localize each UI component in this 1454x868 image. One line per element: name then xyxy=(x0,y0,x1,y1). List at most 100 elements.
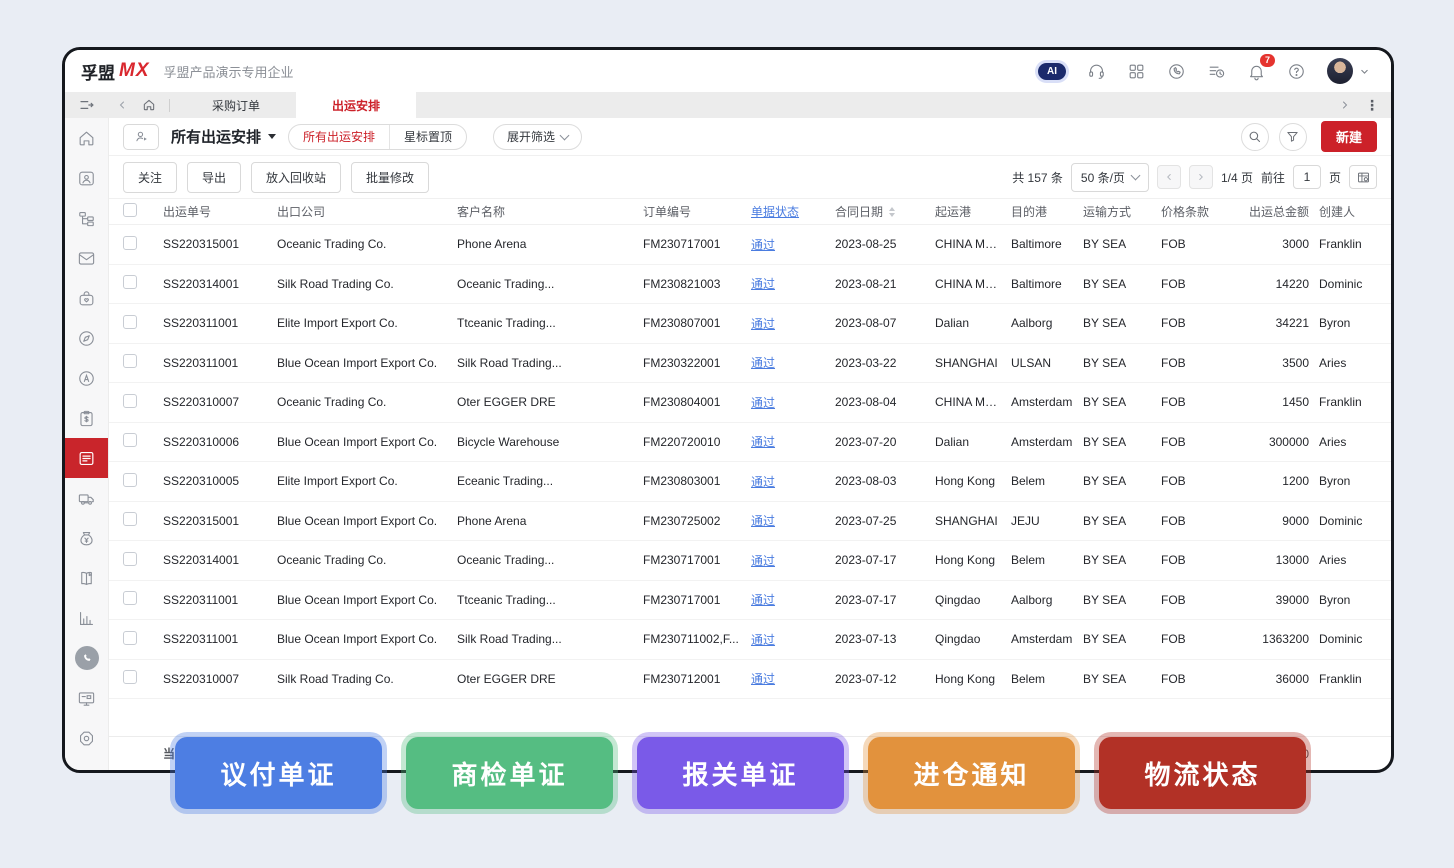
sidebar-item-org-structure[interactable] xyxy=(65,198,108,238)
nav-back-icon[interactable] xyxy=(109,99,135,111)
column-header-no[interactable]: 出运单号 xyxy=(163,203,277,220)
sidebar-item-compass[interactable] xyxy=(65,318,108,358)
cell-status[interactable]: 通过 xyxy=(751,512,835,529)
help-icon[interactable] xyxy=(1287,62,1306,81)
cell-status[interactable]: 通过 xyxy=(751,591,835,608)
cell-status[interactable]: 通过 xyxy=(751,552,835,569)
user-menu[interactable] xyxy=(1327,58,1371,84)
cell-status[interactable]: 通过 xyxy=(751,354,835,371)
row-checkbox[interactable] xyxy=(123,354,137,368)
follow-button[interactable]: 关注 xyxy=(123,162,177,193)
page-size-select[interactable]: 50 条/页 xyxy=(1071,163,1149,192)
sidebar-item-mail[interactable] xyxy=(65,238,108,278)
flow-button-inspection-docs[interactable]: 商检单证 xyxy=(406,737,613,809)
cell-status[interactable]: 通过 xyxy=(751,315,835,332)
headset-support-icon[interactable] xyxy=(1087,62,1106,81)
row-checkbox[interactable] xyxy=(123,275,137,289)
table-row[interactable]: SS220311001Blue Ocean Import Export Co.T… xyxy=(109,581,1391,621)
column-header-price[interactable]: 价格条款 xyxy=(1161,203,1227,220)
sidebar-item-contacts[interactable] xyxy=(65,158,108,198)
cell-status[interactable]: 通过 xyxy=(751,473,835,490)
sidebar-item-products[interactable] xyxy=(65,278,108,318)
sidebar-item-shipping-docs[interactable] xyxy=(65,438,108,478)
recycle-bin-button[interactable]: 放入回收站 xyxy=(251,162,341,193)
filter-button[interactable] xyxy=(1279,123,1307,151)
sidebar-item-settings[interactable] xyxy=(65,718,108,758)
task-list-icon[interactable] xyxy=(1207,62,1226,81)
row-checkbox[interactable] xyxy=(123,670,137,684)
prev-page-button[interactable] xyxy=(1157,165,1181,189)
flow-button-warehouse-notice[interactable]: 进仓通知 xyxy=(868,737,1075,809)
flow-button-customs-docs[interactable]: 报关单证 xyxy=(637,737,844,809)
column-header-ord[interactable]: 订单编号 xyxy=(643,203,751,220)
row-checkbox[interactable] xyxy=(123,236,137,250)
column-header-trans[interactable]: 运输方式 xyxy=(1083,203,1161,220)
search-button[interactable] xyxy=(1241,123,1269,151)
column-header-pol[interactable]: 起运港 xyxy=(935,203,1011,220)
cell-status[interactable]: 通过 xyxy=(751,275,835,292)
row-checkbox[interactable] xyxy=(123,591,137,605)
sidebar-item-logistics-truck[interactable] xyxy=(65,478,108,518)
column-settings-button[interactable] xyxy=(1349,165,1377,189)
column-header-cust[interactable]: 客户名称 xyxy=(457,203,643,220)
sidebar-item-ledger[interactable] xyxy=(65,558,108,598)
notifications-button[interactable]: 7 xyxy=(1247,62,1266,81)
column-header-creator[interactable]: 创建人 xyxy=(1319,203,1391,220)
cell-status[interactable]: 通过 xyxy=(751,394,835,411)
tab-purchase-orders[interactable]: 采购订单 xyxy=(176,92,296,118)
column-header-exp[interactable]: 出口公司 xyxy=(277,203,457,220)
ai-assistant-button[interactable]: AI xyxy=(1038,63,1066,80)
quick-filter-all[interactable]: 所有出运安排 xyxy=(289,125,389,149)
table-row[interactable]: SS220310007Oceanic Trading Co.Oter EGGER… xyxy=(109,383,1391,423)
table-row[interactable]: SS220314001Oceanic Trading Co.Oceanic Tr… xyxy=(109,541,1391,581)
select-all-checkbox[interactable] xyxy=(123,203,137,217)
tabs-scroll-right-icon[interactable] xyxy=(1339,99,1351,111)
row-checkbox[interactable] xyxy=(123,631,137,645)
table-row[interactable]: SS220311001Blue Ocean Import Export Co.S… xyxy=(109,344,1391,384)
table-row[interactable]: SS220315001Blue Ocean Import Export Co.P… xyxy=(109,502,1391,542)
sidebar-item-workbench[interactable] xyxy=(65,678,108,718)
next-page-button[interactable] xyxy=(1189,165,1213,189)
table-row[interactable]: SS220311001Blue Ocean Import Export Co.S… xyxy=(109,620,1391,660)
owner-filter-button[interactable] xyxy=(123,124,159,150)
sort-icon[interactable] xyxy=(889,207,895,217)
export-button[interactable]: 导出 xyxy=(187,162,241,193)
whatsapp-icon[interactable] xyxy=(1167,62,1186,81)
flow-button-logistics-status[interactable]: 物流状态 xyxy=(1099,737,1306,809)
cell-status[interactable]: 通过 xyxy=(751,670,835,687)
sidebar-collapse-button[interactable] xyxy=(65,92,108,118)
app-grid-icon[interactable] xyxy=(1127,62,1146,81)
sidebar-item-reports[interactable] xyxy=(65,598,108,638)
column-header-pod[interactable]: 目的港 xyxy=(1011,203,1083,220)
sidebar-item-home[interactable] xyxy=(65,118,108,158)
column-header-date[interactable]: 合同日期 xyxy=(835,203,935,220)
expand-filter-button[interactable]: 展开筛选 xyxy=(493,124,582,150)
row-checkbox[interactable] xyxy=(123,512,137,526)
column-header-status[interactable]: 单据状态 xyxy=(751,203,835,220)
table-row[interactable]: SS220310005Elite Import Export Co.Eceani… xyxy=(109,462,1391,502)
row-checkbox[interactable] xyxy=(123,473,137,487)
row-checkbox[interactable] xyxy=(123,433,137,447)
table-row[interactable]: SS220315001Oceanic Trading Co.Phone Aren… xyxy=(109,225,1391,265)
sidebar-item-marketing-a[interactable] xyxy=(65,358,108,398)
batch-edit-button[interactable]: 批量修改 xyxy=(351,162,429,193)
row-checkbox[interactable] xyxy=(123,394,137,408)
table-row[interactable]: SS220310007Silk Road Trading Co.Oter EGG… xyxy=(109,660,1391,700)
sidebar-item-whatsapp[interactable] xyxy=(65,638,108,678)
cell-status[interactable]: 通过 xyxy=(751,631,835,648)
cell-status[interactable]: 通过 xyxy=(751,433,835,450)
view-selector[interactable]: 所有出运安排 xyxy=(171,126,276,147)
flow-button-negotiation-docs[interactable]: 议付单证 xyxy=(175,737,382,809)
quick-filter-starred[interactable]: 星标置顶 xyxy=(389,125,466,149)
column-header-amt[interactable]: 出运总金额 xyxy=(1227,203,1319,220)
row-checkbox[interactable] xyxy=(123,552,137,566)
goto-page-input[interactable]: 1 xyxy=(1293,165,1321,189)
new-button[interactable]: 新建 xyxy=(1321,121,1377,152)
sidebar-item-orders-clipboard[interactable] xyxy=(65,398,108,438)
tab-shipping-arrangement[interactable]: 出运安排 xyxy=(296,92,416,118)
row-checkbox[interactable] xyxy=(123,315,137,329)
table-row[interactable]: SS220314001Silk Road Trading Co.Oceanic … xyxy=(109,265,1391,305)
table-row[interactable]: SS220311001Elite Import Export Co.Ttcean… xyxy=(109,304,1391,344)
sidebar-item-finance[interactable] xyxy=(65,518,108,558)
tabs-menu-icon[interactable]: ⋮ xyxy=(1365,100,1379,110)
